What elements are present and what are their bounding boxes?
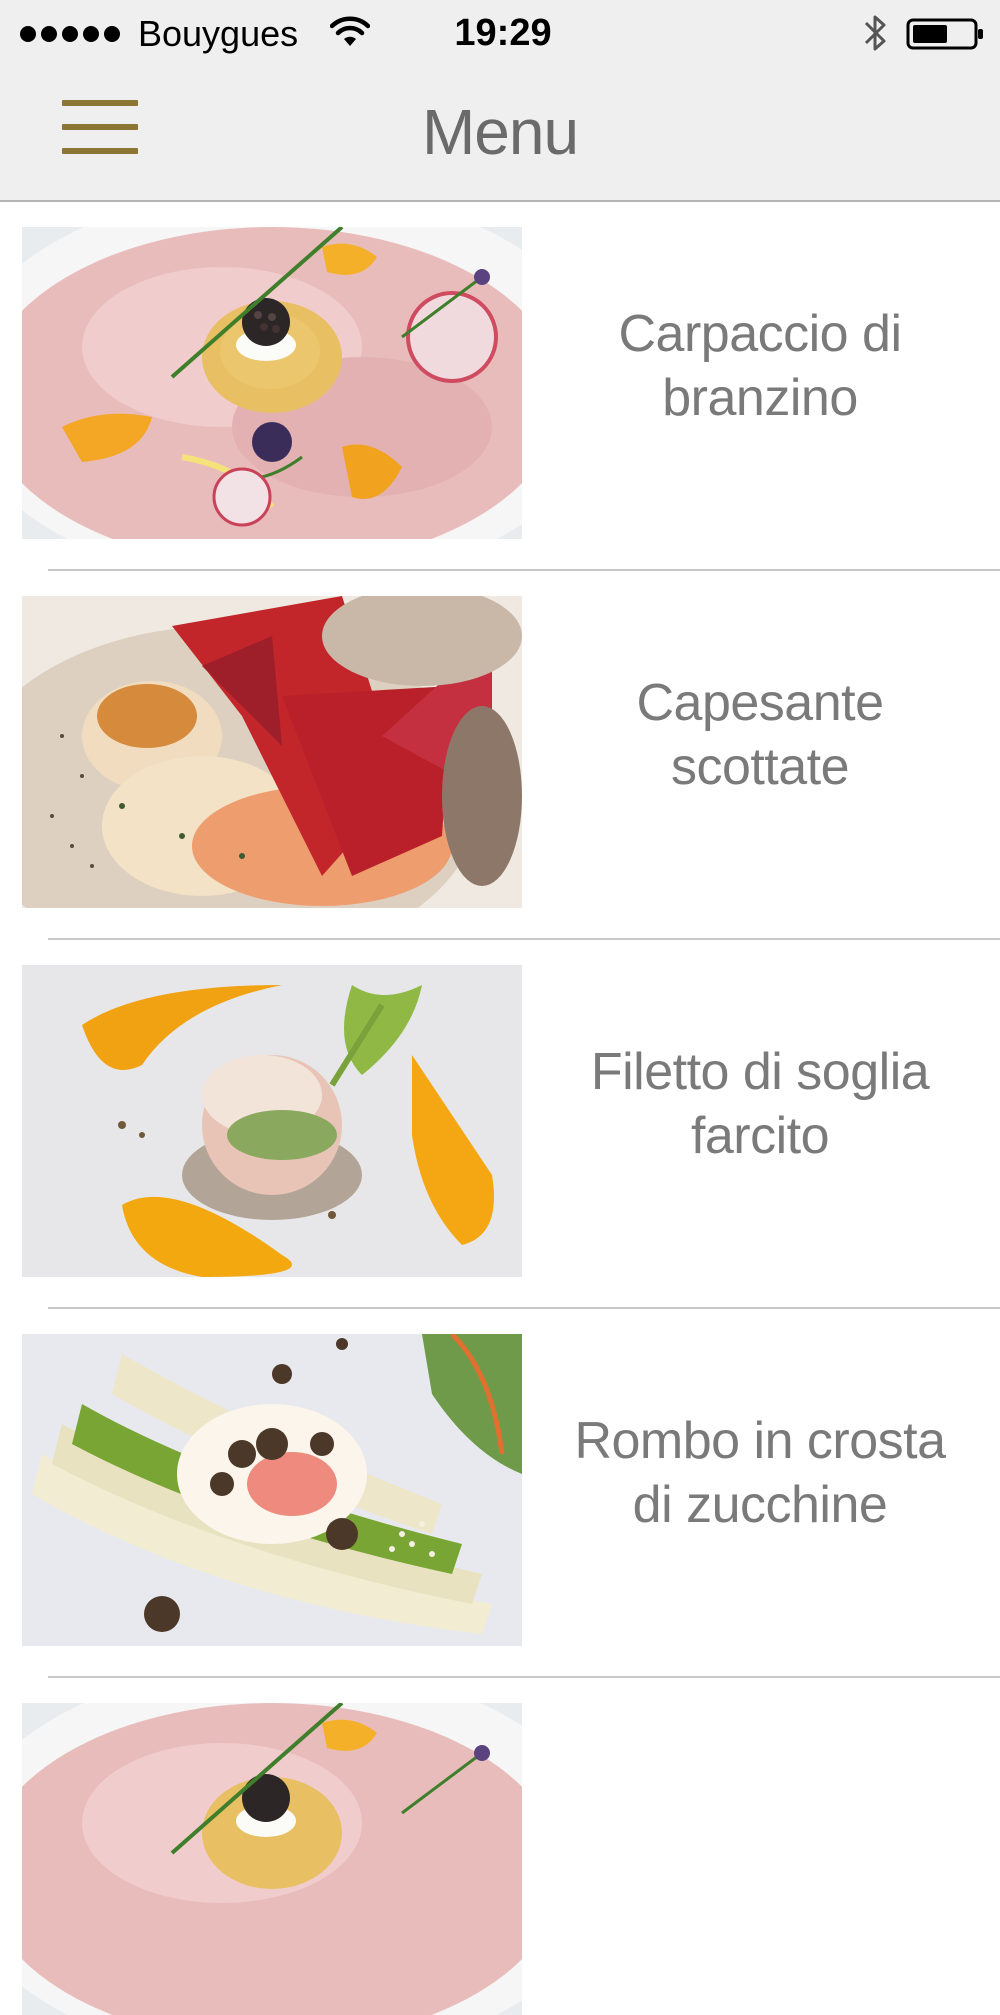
asparagus-egg-truffle-photo <box>22 1334 522 1646</box>
battery-icon <box>906 18 986 55</box>
list-item[interactable] <box>0 1678 1000 2015</box>
list-item[interactable]: Capesante scottate <box>0 571 1000 940</box>
item-title: Filetto di soglia farcito <box>590 1043 930 1165</box>
bluetooth-icon <box>862 12 890 59</box>
item-title: Rombo in crosta di zucchine <box>574 1412 946 1534</box>
item-title: Carpaccio di branzino <box>618 305 902 427</box>
menu-list: Carpaccio di branzino Capesante scottate… <box>0 202 1000 2015</box>
carpaccio-photo <box>22 227 522 539</box>
list-item[interactable]: Carpaccio di branzino <box>0 202 1000 571</box>
list-item[interactable]: Rombo in crosta di zucchine <box>0 1309 1000 1678</box>
item-title: Capesante scottate <box>636 674 884 796</box>
carpaccio-photo <box>22 1703 522 2015</box>
scallops-photo <box>22 596 522 908</box>
status-time: 19:29 <box>454 12 552 54</box>
sole-fillet-photo <box>22 965 522 1277</box>
status-bar: Bouygues 19:29 <box>0 0 1000 66</box>
page-title: Menu <box>421 96 579 168</box>
list-item[interactable]: Filetto di soglia farcito <box>0 940 1000 1309</box>
nav-bar: Menu <box>0 66 1000 202</box>
